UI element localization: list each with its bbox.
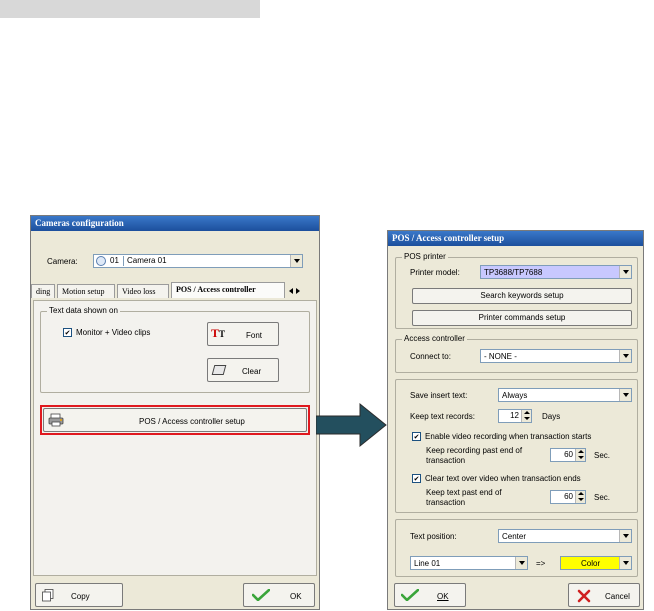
keep-text-records-label: Keep text records:: [410, 412, 475, 421]
top-gray-bar: [0, 0, 260, 18]
clear-text-overlay-checkbox[interactable]: [412, 474, 421, 483]
left-ok-button[interactable]: OK: [243, 583, 315, 607]
text-position-value: Center: [502, 532, 527, 541]
keep-text-records-spinner[interactable]: 12: [498, 409, 532, 423]
chevron-down-icon[interactable]: [619, 389, 631, 401]
connect-to-select[interactable]: - NONE -: [480, 349, 632, 363]
arrow-text: =>: [536, 559, 546, 568]
eraser-icon: [211, 365, 227, 375]
checkmark-icon: [252, 589, 270, 601]
clear-button-label: Clear: [242, 367, 262, 376]
printer-commands-button[interactable]: Printer commands setup: [412, 310, 632, 326]
pos-access-controller-setup-button[interactable]: POS / Access controller setup: [43, 408, 307, 432]
camera-separator: [123, 256, 124, 266]
tab-video-loss[interactable]: Video loss: [117, 284, 169, 298]
right-window-title: POS / Access controller setup: [388, 231, 643, 246]
days-label: Days: [542, 412, 561, 421]
chevron-down-icon[interactable]: [515, 557, 527, 569]
spinner-arrows-icon[interactable]: [575, 491, 585, 503]
keep-recording-label-line2: transaction: [426, 456, 466, 465]
font-icon: TT: [211, 326, 226, 340]
copy-icon: [42, 589, 54, 602]
arrow-right-icon: [316, 402, 387, 448]
spinner-arrows-icon[interactable]: [575, 449, 585, 461]
tab-scroll-left-icon[interactable]: [289, 288, 293, 294]
color-value: Color: [581, 559, 601, 568]
keep-text-label-line2: transaction: [426, 498, 466, 507]
checkmark-icon: [401, 589, 419, 601]
keep-recording-label-line1: Keep recording past end of: [426, 446, 523, 455]
chevron-down-icon[interactable]: [619, 350, 631, 362]
cameras-configuration-window: Cameras configuration Camera: 01 Camera …: [30, 215, 320, 610]
pos-access-controller-setup-window: POS / Access controller setup POS printe…: [387, 230, 644, 610]
camera-number: 01: [110, 256, 119, 265]
printer-model-value: TP3688/TP7688: [484, 268, 543, 277]
chevron-down-icon[interactable]: [619, 266, 631, 278]
connect-to-value: - NONE -: [484, 352, 517, 361]
font-button-label: Font: [246, 331, 263, 340]
chevron-down-icon[interactable]: [619, 557, 631, 569]
keep-text-value: 60: [564, 492, 573, 501]
text-data-group: Text data shown on Monitor + Video clips…: [40, 306, 310, 393]
enable-video-recording-checkbox[interactable]: [412, 432, 421, 441]
cancel-button[interactable]: Cancel: [568, 583, 640, 607]
sec-label-1: Sec.: [594, 451, 611, 460]
text-data-group-caption: Text data shown on: [47, 306, 120, 315]
chevron-down-icon[interactable]: [619, 530, 631, 542]
camera-label: Camera:: [47, 257, 78, 266]
font-button[interactable]: TT Font: [207, 322, 279, 346]
keep-recording-value: 60: [564, 450, 573, 459]
clear-button[interactable]: Clear: [207, 358, 279, 382]
tab-ding[interactable]: ding: [31, 284, 55, 298]
tab-motion-setup[interactable]: Motion setup: [57, 284, 115, 298]
copy-button-label: Copy: [71, 592, 90, 601]
save-insert-text-select[interactable]: Always: [498, 388, 632, 402]
right-ok-button-label: OK: [437, 592, 449, 601]
right-ok-button[interactable]: OK: [394, 583, 466, 607]
keep-text-spinner[interactable]: 60: [550, 490, 586, 504]
keep-text-records-value: 12: [510, 411, 519, 420]
window-title: Cameras configuration: [31, 216, 319, 231]
camera-name: Camera 01: [127, 256, 167, 265]
line-value: Line 01: [414, 559, 441, 568]
close-icon: [577, 589, 591, 603]
printer-model-select[interactable]: TP3688/TP7688: [480, 265, 632, 279]
chevron-down-icon[interactable]: [290, 255, 302, 267]
enable-video-recording-label: Enable video recording when transaction …: [425, 432, 592, 441]
pos-printer-caption: POS printer: [402, 252, 448, 261]
spinner-arrows-icon[interactable]: [521, 410, 531, 422]
camera-icon: [96, 256, 106, 266]
copy-button[interactable]: Copy: [35, 583, 123, 607]
save-insert-text-label: Save insert text:: [410, 391, 468, 400]
line-select[interactable]: Line 01: [410, 556, 528, 570]
color-select[interactable]: Color: [560, 556, 632, 570]
printer-model-label: Printer model:: [410, 268, 460, 277]
save-insert-text-value: Always: [502, 391, 528, 400]
keep-recording-spinner[interactable]: 60: [550, 448, 586, 462]
keep-text-label-line1: Keep text past end of: [426, 488, 502, 497]
access-controller-group: Access controller Connect to: - NONE -: [395, 334, 638, 373]
camera-select[interactable]: 01 Camera 01: [93, 254, 303, 268]
tab-pos-access-controller[interactable]: POS / Access controller: [171, 282, 285, 298]
clear-text-overlay-label: Clear text over video when transaction e…: [425, 474, 581, 483]
sec-label-2: Sec.: [594, 493, 611, 502]
text-position-group: Text position: Center Line 01 => Color: [395, 519, 638, 577]
left-ok-button-label: OK: [290, 592, 302, 601]
tab-strip: ding Motion setup Video loss POS / Acces…: [31, 282, 321, 300]
setup-highlight-frame: POS / Access controller setup: [40, 405, 310, 435]
text-position-label: Text position:: [410, 532, 457, 541]
tab-scroll-right-icon[interactable]: [296, 288, 300, 294]
monitor-checkbox[interactable]: [63, 328, 72, 337]
pos-printer-group: POS printer Printer model: TP3688/TP7688…: [395, 252, 638, 329]
search-keywords-button[interactable]: Search keywords setup: [412, 288, 632, 304]
text-position-select[interactable]: Center: [498, 529, 632, 543]
printer-icon: [48, 413, 64, 427]
transaction-group: Save insert text: Always Keep text recor…: [395, 379, 638, 513]
cancel-button-label: Cancel: [605, 592, 630, 601]
tab-panel: Text data shown on Monitor + Video clips…: [33, 300, 317, 576]
setup-button-label: POS / Access controller setup: [139, 417, 245, 426]
monitor-checkbox-label: Monitor + Video clips: [76, 328, 151, 337]
connect-to-label: Connect to:: [410, 352, 451, 361]
access-controller-caption: Access controller: [402, 334, 467, 343]
